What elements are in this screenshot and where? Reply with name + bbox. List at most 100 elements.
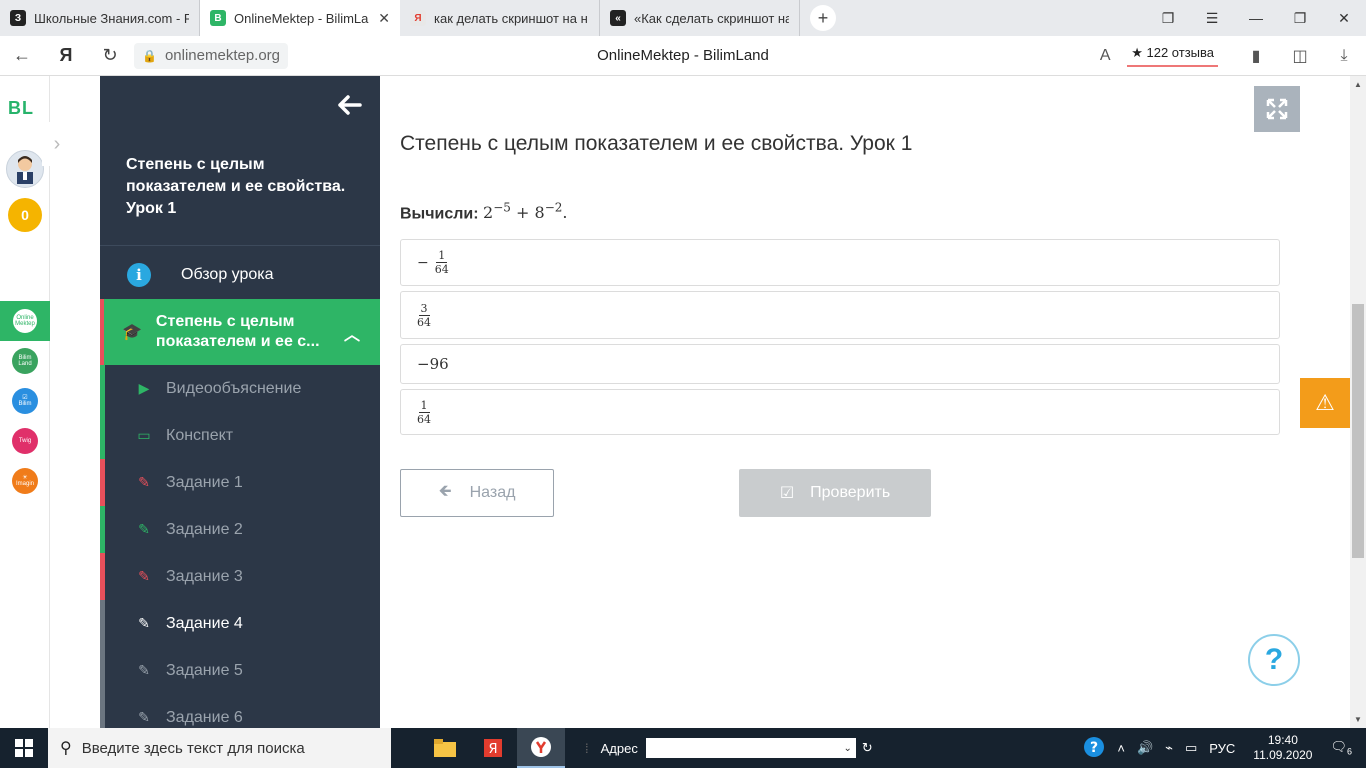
help-icon[interactable]: ?: [1083, 736, 1105, 761]
url-text: onlinemektep.org: [164, 47, 281, 64]
battery-icon[interactable]: ▭: [1185, 740, 1197, 756]
yandex-browser-icon[interactable]: Я: [469, 728, 517, 768]
search-icon: ⚲: [60, 740, 72, 757]
tab-title: «Как сделать скриншот на: [634, 10, 789, 26]
yandex-icon[interactable]: [517, 728, 565, 768]
sidebar-item-5[interactable]: ✎ Задание 4: [100, 600, 380, 647]
rail-app-2[interactable]: ☑ Bilim: [0, 381, 50, 421]
clock-date: 11.09.2020: [1253, 748, 1313, 762]
sidebar-item-label: Задание 3: [166, 567, 243, 585]
collections-icon[interactable]: ❐: [1146, 10, 1190, 27]
answer-fraction: 1 64: [417, 399, 431, 426]
chevron-up-icon[interactable]: ︿: [344, 321, 360, 345]
url-field[interactable]: 🔒 onlinemektep.org: [134, 42, 289, 69]
check-button[interactable]: ☑ Проверить: [739, 469, 931, 517]
chevron-up-icon[interactable]: ˄: [1117, 741, 1125, 756]
lesson-title: Степень с целым показателем и ее свойств…: [400, 132, 913, 155]
volume-icon[interactable]: 🔊: [1137, 740, 1153, 756]
file-explorer-icon[interactable]: [421, 728, 469, 768]
arrow-left-icon[interactable]: [338, 94, 362, 122]
bilimland-logo[interactable]: BL: [8, 98, 34, 119]
refresh-icon[interactable]: ↻: [862, 740, 873, 756]
divider: [100, 245, 380, 246]
fullscreen-icon[interactable]: [1254, 86, 1300, 132]
sidebar-item-4[interactable]: ✎ Задание 3: [100, 553, 380, 600]
sidebar-item-7[interactable]: ✎ Задание 6: [100, 694, 380, 728]
sidebar-item-label: Задание 1: [166, 473, 243, 491]
notifications-icon[interactable]: 🗨6: [1330, 739, 1352, 757]
sidebar-item-0[interactable]: ▶ Видеообъяснение: [100, 365, 380, 412]
answer-option-1[interactable]: 3 64: [400, 291, 1280, 339]
network-icon[interactable]: ⌁: [1165, 740, 1173, 756]
bookmark-icon[interactable]: ▮: [1234, 46, 1278, 66]
sidebar-section-lesson[interactable]: 🎓 Степень с целым показателем и ее с... …: [100, 299, 380, 365]
minimize-button[interactable]: —: [1234, 10, 1278, 26]
check-button-label: Проверить: [810, 484, 891, 501]
fraction-denominator: 64: [434, 263, 449, 276]
clock-time: 19:40: [1267, 733, 1298, 747]
browser-tab-1[interactable]: B OnlineMektep - BilimLa ✕: [200, 0, 400, 36]
svg-text:Я: Я: [488, 742, 497, 757]
user-avatar-icon: [17, 156, 33, 184]
answer-option-0[interactable]: −1 64: [400, 239, 1280, 286]
answer-option-3[interactable]: 1 64: [400, 389, 1280, 435]
address-input[interactable]: ⌄: [645, 738, 856, 758]
coins-badge[interactable]: 0: [8, 198, 42, 232]
arrow-left-icon: 🡸: [438, 482, 452, 500]
new-tab-button[interactable]: +: [810, 5, 836, 31]
close-tab-icon[interactable]: ✕: [378, 10, 390, 27]
sidebar-item-1[interactable]: ▭ Конспект: [100, 412, 380, 459]
back-button[interactable]: 🡸 Назад: [400, 469, 554, 517]
yandex-icon[interactable]: Я: [44, 45, 88, 66]
answer-sign: −: [417, 254, 429, 271]
back-arrow-icon[interactable]: ←: [0, 45, 44, 66]
rail-app-0[interactable]: Online Mektep: [0, 301, 50, 341]
edit-icon: ✎: [138, 568, 150, 584]
answer-option-2[interactable]: −96: [400, 344, 1280, 384]
tab-favicon-icon: Я: [410, 10, 426, 26]
rail-app-3[interactable]: Twig: [0, 421, 50, 461]
browser-tab-3[interactable]: « «Как сделать скриншот на: [600, 0, 800, 36]
sidebar-item-3[interactable]: ✎ Задание 2: [100, 506, 380, 553]
chevron-right-icon[interactable]: ›: [42, 122, 72, 166]
sidebar-item-6[interactable]: ✎ Задание 5: [100, 647, 380, 694]
info-icon: i: [127, 263, 151, 287]
question-expression: 2−5 + 8−2.: [483, 201, 568, 223]
edit-icon: ✎: [138, 474, 150, 490]
download-icon[interactable]: ⤓: [1322, 47, 1366, 65]
page-scrollbar[interactable]: ▲ ▼: [1350, 76, 1366, 728]
clock[interactable]: 19:40 11.09.2020: [1253, 733, 1312, 763]
help-button[interactable]: ?: [1248, 634, 1300, 686]
sidebar-item-2[interactable]: ✎ Задание 1: [100, 459, 380, 506]
tab-title: Школьные Знания.com - Р: [34, 10, 189, 26]
tab-title: как делать скриншот на н: [434, 10, 588, 26]
scroll-down-icon[interactable]: ▼: [1350, 715, 1366, 724]
rail-app-4[interactable]: ☀ Imagin: [0, 461, 50, 501]
close-window-button[interactable]: ✕: [1322, 10, 1366, 27]
translate-icon[interactable]: A: [1083, 47, 1127, 65]
scroll-up-icon[interactable]: ▲: [1350, 80, 1366, 89]
windows-start-icon[interactable]: [0, 728, 48, 768]
avatar[interactable]: [6, 150, 44, 188]
sidebar-item-label: Конспект: [166, 426, 234, 444]
sidebar-item-overview[interactable]: i Обзор урока: [100, 251, 380, 299]
app-logo-icon: Online Mektep: [12, 308, 38, 334]
tab-title: OnlineMektep - BilimLa: [234, 10, 369, 26]
sidebar-item-label: Задание 5: [166, 661, 243, 679]
menu-icon[interactable]: ☰: [1190, 10, 1234, 27]
rail-app-1[interactable]: Bilim Land: [0, 341, 50, 381]
scrollbar-thumb[interactable]: [1352, 304, 1364, 558]
extensions-icon[interactable]: ◫: [1278, 46, 1322, 66]
language-indicator[interactable]: РУС: [1209, 741, 1235, 756]
reviews-badge[interactable]: ★ 122 отзыва: [1127, 45, 1218, 67]
sidebar-item-label: Задание 6: [166, 708, 243, 726]
browser-tab-2[interactable]: Якак делать скриншот на н: [400, 0, 600, 36]
maximize-button[interactable]: ❐: [1278, 10, 1322, 27]
fraction-numerator: 3: [418, 301, 430, 316]
warning-icon[interactable]: ⚠: [1300, 378, 1350, 428]
taskbar-search-input[interactable]: ⚲ Введите здесь текст для поиска: [48, 728, 391, 768]
chevron-down-icon[interactable]: ⌄: [843, 743, 851, 754]
reload-icon[interactable]: ↻: [88, 45, 132, 66]
browser-tab-0[interactable]: З Школьные Знания.com - Р: [0, 0, 200, 36]
address-toolbar: ⁞ Адрес ⌄ ↻: [585, 738, 873, 758]
